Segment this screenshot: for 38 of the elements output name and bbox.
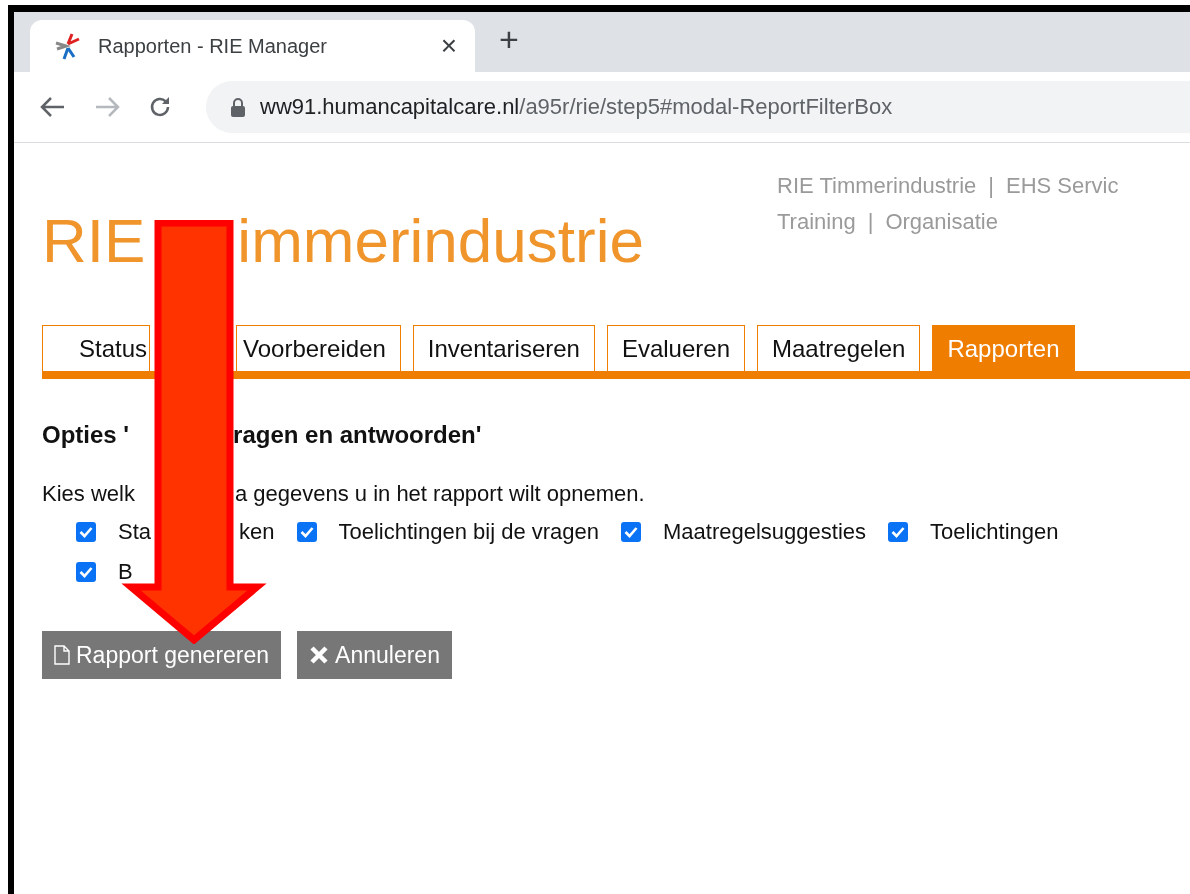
reload-icon[interactable]	[148, 95, 172, 119]
site-logo-text: immerindustrie	[237, 205, 644, 276]
intro-text: a gegevens u in het rapport wilt opnemen.	[234, 481, 645, 507]
intro-text: Kies welk	[42, 481, 135, 507]
checkbox[interactable]	[76, 522, 96, 542]
nav-tab[interactable]: Maatregelen	[757, 325, 921, 371]
lock-icon	[230, 97, 246, 117]
site-logo-text: RIE	[42, 205, 146, 276]
separator: |	[988, 173, 994, 199]
back-icon[interactable]	[40, 96, 66, 118]
checkbox[interactable]	[296, 522, 317, 542]
generate-report-button[interactable]: Rapport genereren	[42, 631, 282, 679]
close-icon	[309, 645, 330, 665]
option-label: Sta	[118, 519, 152, 545]
url-text: ww91.humancapitalcare.nl/a95r/rie/step5#modal-ReportFilterBox	[260, 94, 893, 120]
document-icon	[54, 645, 70, 665]
section-heading: Opties '	[42, 421, 130, 449]
option-label: ken	[239, 519, 275, 545]
checkbox[interactable]	[888, 522, 909, 542]
checkbox[interactable]	[76, 562, 96, 582]
close-tab-button[interactable]: ×	[440, 32, 457, 60]
separator: |	[867, 209, 874, 235]
nav-tab[interactable]: Status	[42, 325, 151, 371]
option-label: Toelichtingen	[930, 519, 1059, 545]
option-label: Maatregelsuggesties	[663, 519, 867, 545]
checkbox[interactable]	[621, 522, 642, 542]
app-logo-icon	[54, 31, 82, 61]
nav-tab[interactable]: Evalueren	[606, 325, 745, 371]
option-label: Toelichtingen bij de vragen	[338, 519, 600, 545]
browser-tab[interactable]: Rapporten - RIE Manager ×	[30, 20, 475, 72]
tab-title: Rapporten - RIE Manager	[98, 34, 328, 58]
nav-tab[interactable]: Inventariseren	[412, 325, 595, 371]
nav-tab[interactable]: Voorbereiden	[236, 325, 401, 371]
new-tab-button[interactable]: +	[499, 22, 519, 56]
section-heading: ragen en antwoorden'	[233, 421, 482, 449]
address-bar[interactable]: ww91.humancapitalcare.nl/a95r/rie/step5#modal-ReportFilterBox	[206, 81, 1190, 133]
cancel-button[interactable]: Annuleren	[297, 631, 452, 679]
option-label: B	[118, 559, 133, 585]
